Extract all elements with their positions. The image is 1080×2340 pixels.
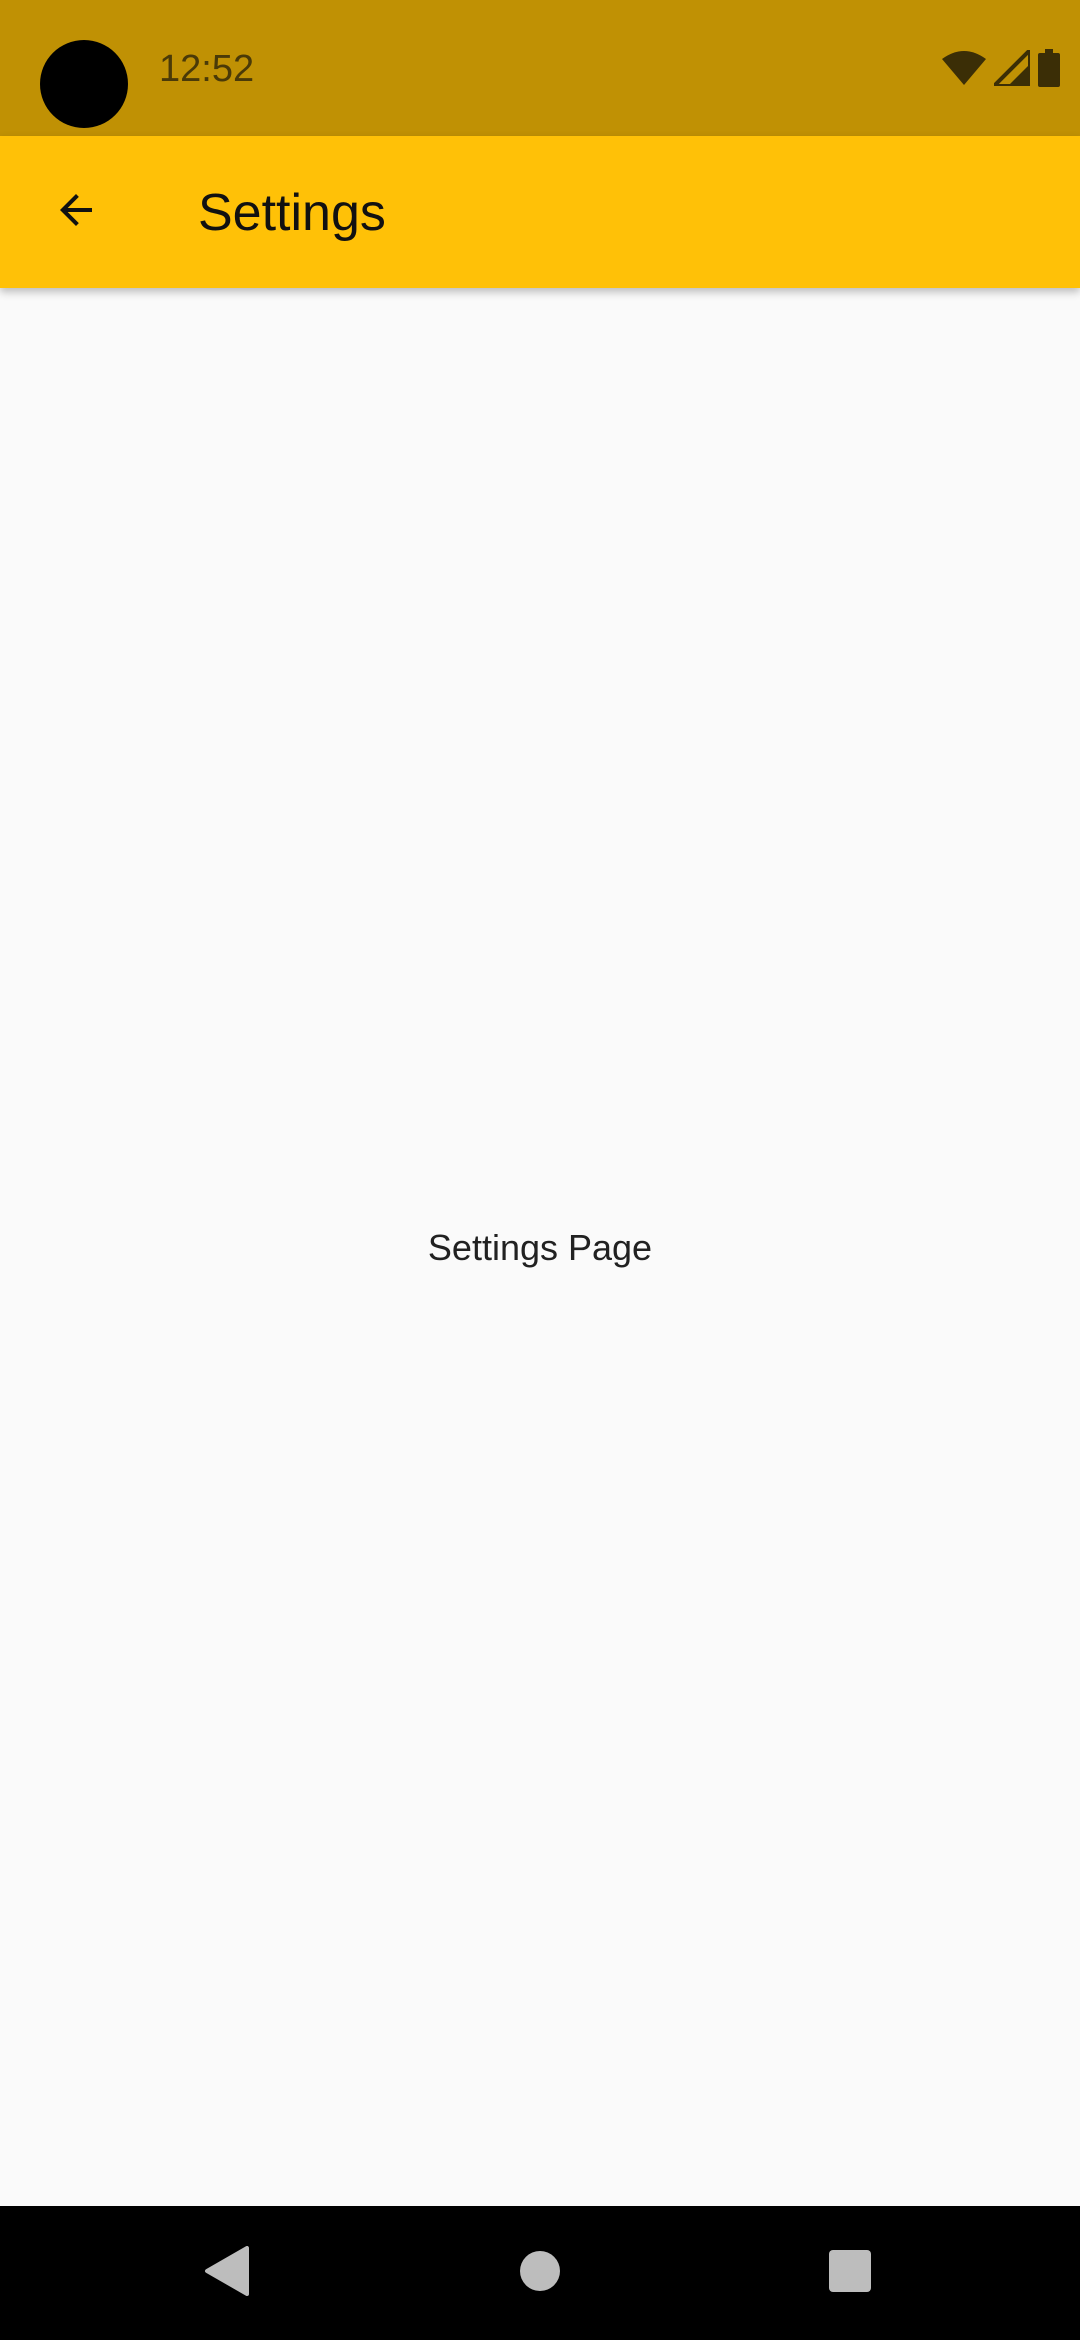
content-area: Settings Page [0,288,1080,2206]
cell-signal-icon [994,50,1030,86]
status-icons [942,48,1060,88]
nav-back-icon [203,2245,249,2301]
settings-page-label: Settings Page [427,1227,653,1268]
status-bar: 12:52 [0,0,1080,136]
back-button[interactable] [28,168,124,256]
nav-back-button[interactable] [196,2243,256,2303]
settings-screen: 12:52 Settings Settings Page [0,0,1080,2340]
battery-icon [1038,49,1060,87]
app-bar: Settings [0,136,1080,288]
nav-home-icon [519,2250,561,2297]
wifi-icon [942,51,986,85]
nav-home-button[interactable] [510,2243,570,2303]
status-time: 12:52 [159,48,255,90]
camera-cutout [40,40,128,128]
arrow-back-icon [52,186,100,239]
system-nav-bar [0,2206,1080,2340]
page-title: Settings [198,184,386,242]
nav-recents-button[interactable] [820,2243,880,2303]
nav-recents-icon [828,2249,872,2298]
